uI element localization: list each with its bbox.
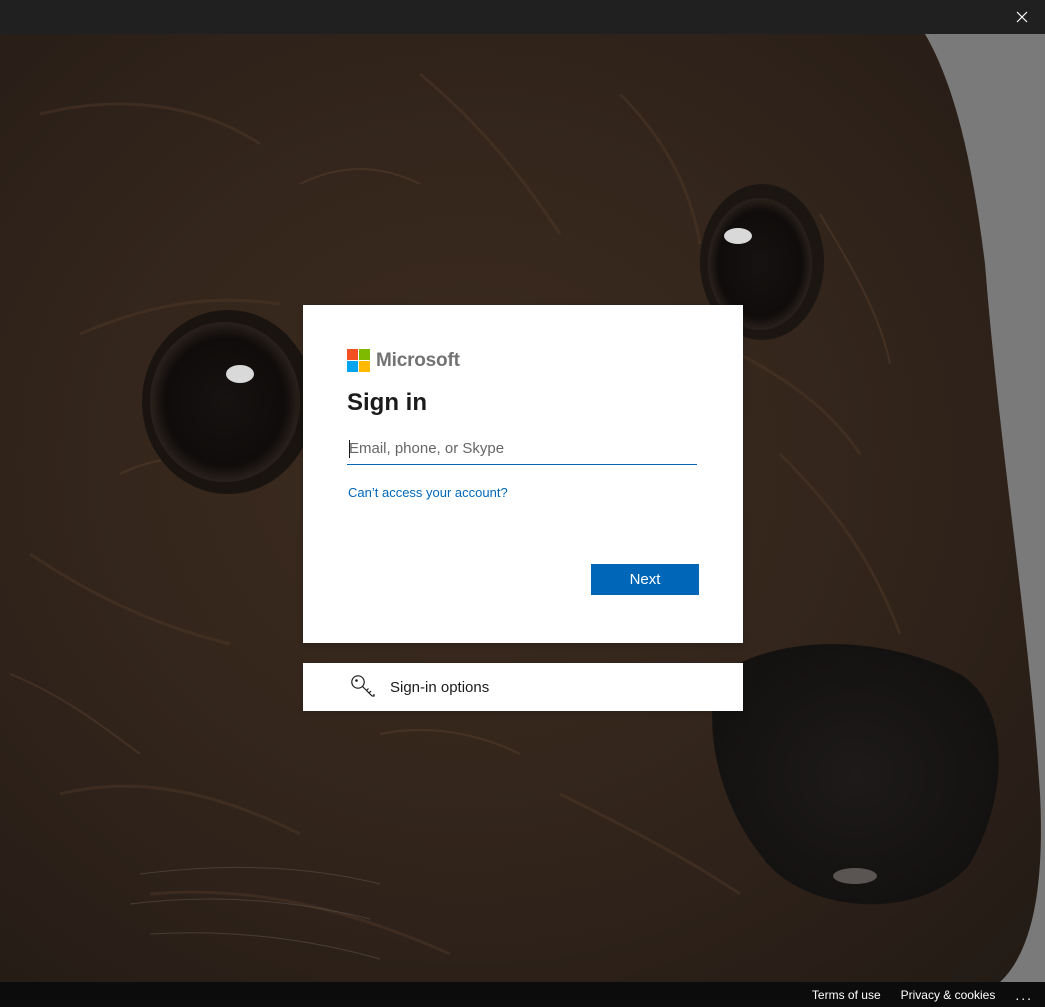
cant-access-account-link[interactable]: Can’t access your account? [348, 485, 508, 500]
text-caret [349, 440, 350, 458]
brand: Microsoft [347, 349, 460, 372]
microsoft-logo-icon [347, 349, 370, 372]
key-icon [351, 675, 375, 697]
more-options-button[interactable]: ... [1015, 987, 1033, 1003]
sign-in-card: Microsoft Sign in Can’t access your acco… [303, 305, 743, 643]
close-icon [1016, 11, 1028, 23]
brand-name: Microsoft [376, 349, 460, 371]
page-title: Sign in [347, 389, 427, 416]
terms-of-use-link[interactable]: Terms of use [812, 988, 881, 1002]
sign-in-options-label: Sign-in options [390, 678, 490, 696]
close-button[interactable] [999, 0, 1045, 34]
privacy-cookies-link[interactable]: Privacy & cookies [901, 988, 996, 1002]
footer: Terms of use Privacy & cookies ... [0, 982, 1045, 1007]
email-field[interactable] [347, 433, 697, 465]
sign-in-window: Microsoft Sign in Can’t access your acco… [0, 0, 1045, 1007]
title-bar [0, 0, 1045, 35]
next-button[interactable]: Next [591, 564, 699, 595]
sign-in-options-button[interactable]: Sign-in options [303, 663, 743, 711]
